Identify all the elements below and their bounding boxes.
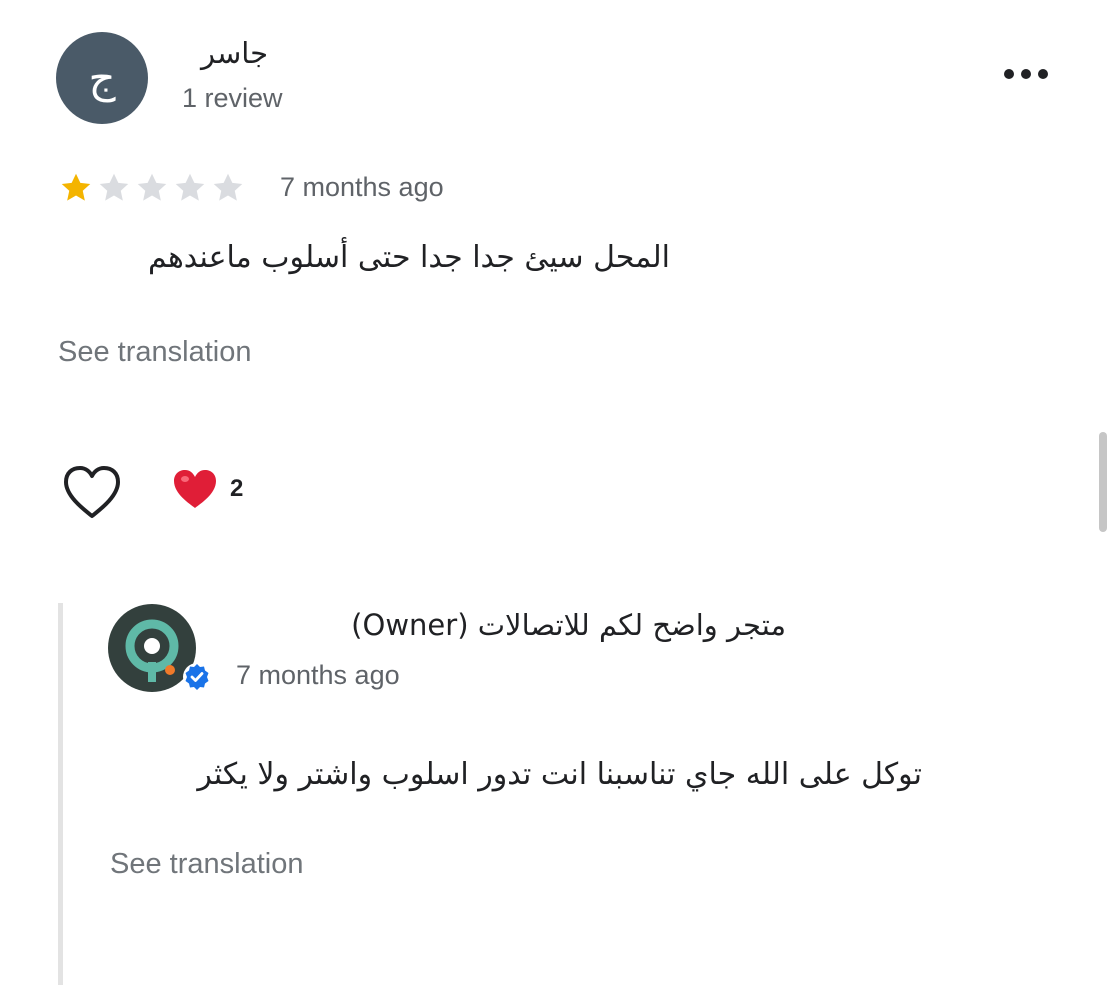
reaction-summary[interactable]: 2 xyxy=(172,468,243,510)
owner-see-translation-link[interactable]: See translation xyxy=(110,848,303,881)
reply-divider xyxy=(58,603,63,985)
star-empty-icon xyxy=(137,173,167,201)
review-time: 7 months ago xyxy=(280,172,444,202)
reviewer-name[interactable]: جاسر xyxy=(178,36,268,70)
more-options-button[interactable] xyxy=(996,52,1056,96)
more-horizontal-icon xyxy=(1004,69,1048,79)
like-button[interactable] xyxy=(60,464,124,520)
scrollbar-thumb[interactable] xyxy=(1099,432,1107,532)
owner-reply-text: توكل على الله جاي تناسبنا انت تدور اسلوب… xyxy=(197,757,922,792)
reviewer-avatar[interactable]: ج xyxy=(56,32,148,124)
star-filled-icon xyxy=(61,173,91,201)
red-heart-icon xyxy=(174,470,216,508)
owner-name: متجر واضح لكم للاتصالات (Owner) xyxy=(351,608,786,642)
star-empty-icon xyxy=(213,173,243,201)
owner-avatar[interactable] xyxy=(108,604,211,692)
review-count: 1 review xyxy=(182,83,283,113)
reaction-count: 2 xyxy=(230,475,244,502)
owner-reply-time: 7 months ago xyxy=(236,660,400,690)
heart-outline-icon xyxy=(64,466,120,518)
verified-badge-icon xyxy=(183,663,211,691)
review-text: المحل سيئ جدا جدا حتى أسلوب ماعندهم xyxy=(147,240,670,275)
avatar-letter: ج xyxy=(88,53,116,102)
star-empty-icon xyxy=(175,173,205,201)
see-translation-link[interactable]: See translation xyxy=(58,336,251,369)
star-empty-icon xyxy=(99,173,129,201)
star-rating xyxy=(58,170,246,206)
